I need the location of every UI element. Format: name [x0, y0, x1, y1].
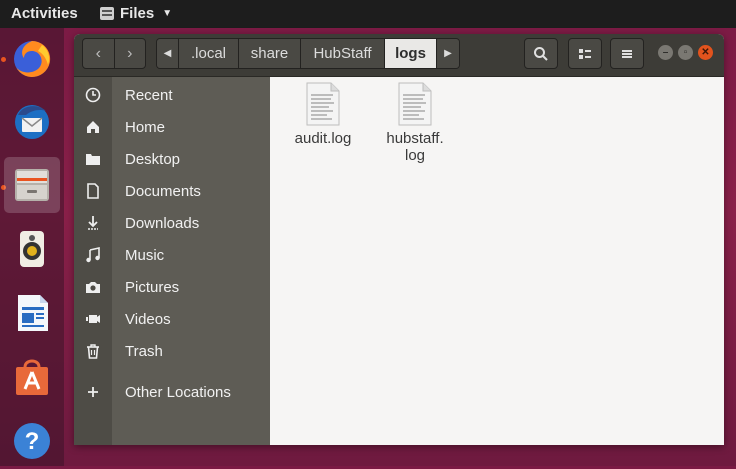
maximize-icon: ▫	[683, 47, 688, 58]
caret-down-icon: ▼	[162, 8, 173, 19]
dock-thunderbird[interactable]	[4, 93, 60, 149]
file-name: audit.log	[294, 130, 352, 147]
folder-icon	[84, 150, 102, 168]
navigation-buttons: ‹ ›	[82, 38, 146, 69]
sidebar-item-recent[interactable]: Recent	[74, 80, 270, 110]
back-button[interactable]: ‹	[83, 39, 114, 68]
help-icon: ?	[14, 423, 50, 459]
dock-software[interactable]	[4, 349, 60, 405]
dock-help[interactable]: ?	[4, 413, 60, 469]
sidebar-item-label: Home	[125, 118, 166, 136]
files-window: ‹ › ◀ .local share HubStaff logs ▶ – ▫ ✕…	[74, 34, 724, 445]
dock-writer[interactable]	[4, 285, 60, 341]
files-app-icon	[100, 7, 114, 20]
sidebar-item-downloads[interactable]: Downloads	[74, 208, 270, 238]
rhythmbox-icon	[20, 231, 44, 267]
close-button[interactable]: ✕	[698, 45, 713, 60]
sidebar-item-label: Trash	[125, 342, 163, 360]
file-item-hubstaff-log[interactable]: hubstaff. log	[372, 82, 458, 164]
sidebar-item-label: Desktop	[125, 150, 181, 168]
sidebar-item-label: Recent	[125, 86, 173, 104]
path-crumb-share[interactable]: share	[239, 39, 301, 68]
top-bar: Activities Files ▼	[0, 0, 736, 28]
triangle-right-icon: ▶	[444, 48, 452, 59]
text-file-icon	[397, 82, 433, 126]
video-icon	[84, 310, 102, 328]
dock-files[interactable]	[4, 157, 60, 213]
places-sidebar: Recent Home Desktop Documents Downloads	[74, 77, 270, 445]
header-bar: ‹ › ◀ .local share HubStaff logs ▶ – ▫ ✕	[74, 34, 724, 77]
sidebar-item-label: Pictures	[125, 278, 180, 296]
chevron-left-icon: ‹	[95, 44, 101, 62]
path-scroll-left-button[interactable]: ◀	[157, 39, 179, 68]
app-menu-label: Files	[120, 5, 155, 22]
music-icon	[84, 246, 102, 264]
files-icon	[15, 169, 49, 201]
activities-button[interactable]: Activities	[11, 5, 78, 22]
firefox-icon	[14, 40, 51, 77]
sidebar-item-pictures[interactable]: Pictures	[74, 272, 270, 302]
sidebar-item-label: Other Locations	[125, 383, 231, 401]
hamburger-icon	[622, 49, 632, 58]
path-bar: ◀ .local share HubStaff logs ▶	[156, 38, 460, 69]
text-file-icon	[305, 82, 341, 126]
thunderbird-icon	[15, 105, 49, 139]
sidebar-item-other-locations[interactable]: Other Locations	[74, 377, 270, 407]
minimize-icon: –	[662, 47, 669, 58]
sidebar-item-trash[interactable]: Trash	[74, 336, 270, 366]
camera-icon	[84, 278, 102, 296]
sidebar-item-label: Videos	[125, 310, 171, 328]
path-scroll-right-button[interactable]: ▶	[437, 39, 459, 68]
sidebar-item-label: Music	[125, 246, 165, 264]
sidebar-item-music[interactable]: Music	[74, 240, 270, 270]
menu-button[interactable]	[610, 38, 644, 69]
download-icon	[84, 214, 102, 232]
clock-icon	[84, 86, 102, 104]
forward-button[interactable]: ›	[113, 39, 146, 68]
dock: ?	[0, 28, 64, 466]
search-icon	[534, 46, 548, 61]
triangle-left-icon: ◀	[163, 48, 172, 59]
file-name: hubstaff. log	[386, 130, 444, 164]
sidebar-item-home[interactable]: Home	[74, 112, 270, 142]
file-view: audit.log hubstaff. log	[270, 77, 724, 445]
writer-icon	[18, 295, 48, 331]
app-menu[interactable]: Files ▼	[100, 5, 172, 22]
software-icon	[16, 359, 48, 395]
path-crumb-local[interactable]: .local	[179, 39, 239, 68]
maximize-button[interactable]: ▫	[678, 45, 693, 60]
document-icon	[84, 182, 102, 200]
plus-icon	[84, 383, 102, 401]
path-crumb-logs[interactable]: logs	[385, 39, 437, 68]
close-icon: ✕	[701, 47, 710, 58]
list-view-icon	[579, 48, 591, 59]
path-crumb-hubstaff[interactable]: HubStaff	[301, 39, 385, 68]
sidebar-item-label: Documents	[125, 182, 201, 200]
minimize-button[interactable]: –	[658, 45, 673, 60]
file-item-audit-log[interactable]: audit.log	[280, 82, 366, 147]
svg-text:?: ?	[25, 428, 40, 455]
home-icon	[84, 118, 102, 136]
chevron-right-icon: ›	[127, 44, 133, 62]
sidebar-item-documents[interactable]: Documents	[74, 176, 270, 206]
sidebar-item-videos[interactable]: Videos	[74, 304, 270, 334]
dock-firefox[interactable]	[4, 31, 60, 87]
sidebar-item-desktop[interactable]: Desktop	[74, 144, 270, 174]
dock-rhythmbox[interactable]	[4, 221, 60, 277]
trash-icon	[84, 342, 102, 360]
sidebar-item-label: Downloads	[125, 214, 200, 232]
view-toggle-button[interactable]	[568, 38, 602, 69]
search-button[interactable]	[524, 38, 558, 69]
